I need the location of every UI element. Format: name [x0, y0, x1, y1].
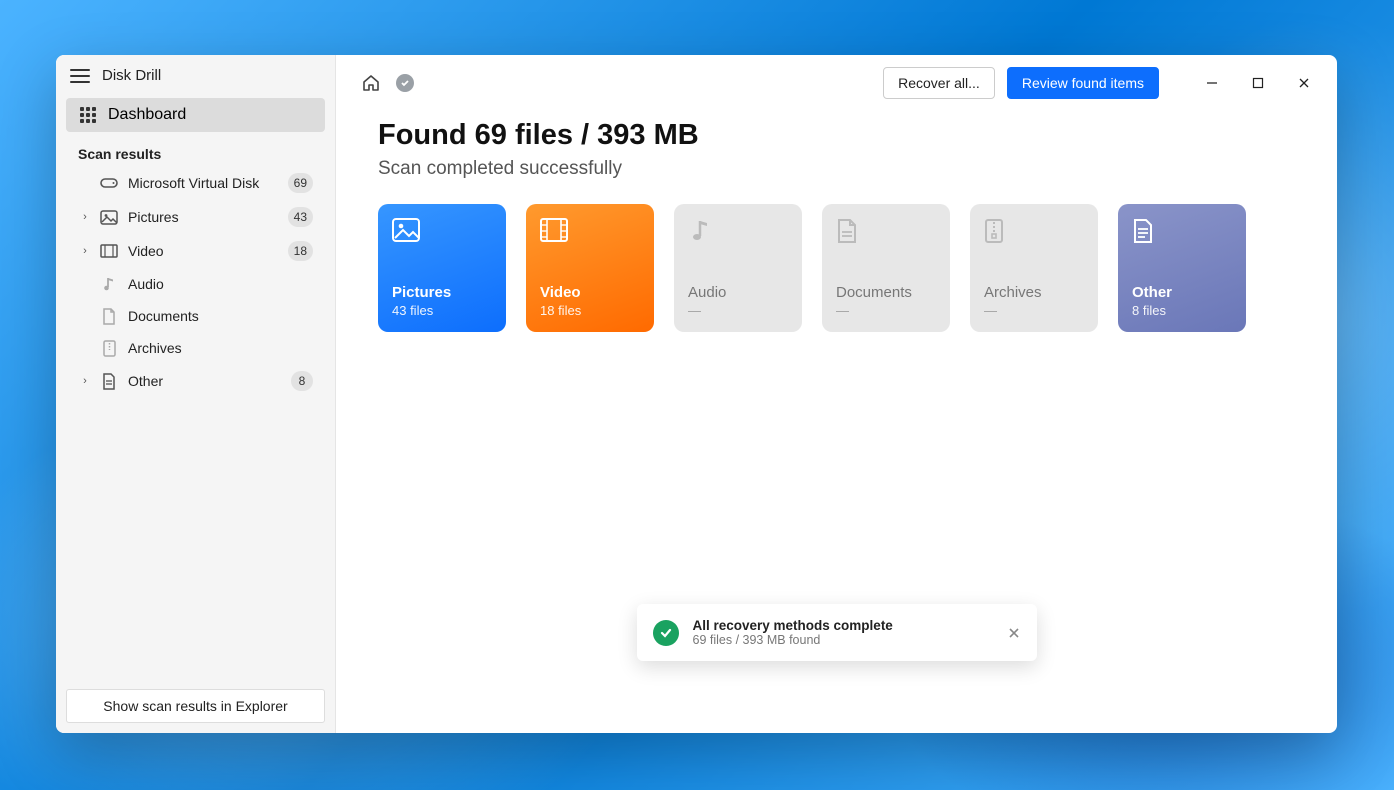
card-subtitle: 18 files: [540, 303, 640, 318]
card-other[interactable]: Other 8 files: [1118, 204, 1246, 332]
dashboard-label: Dashboard: [108, 106, 186, 124]
other-icon: [100, 372, 118, 390]
card-subtitle: 8 files: [1132, 303, 1232, 318]
maximize-button[interactable]: [1235, 67, 1281, 99]
card-pictures[interactable]: Pictures 43 files: [378, 204, 506, 332]
app-title: Disk Drill: [102, 67, 161, 84]
category-cards: Pictures 43 files Video 18 files Audio —: [378, 204, 1297, 332]
card-video[interactable]: Video 18 files: [526, 204, 654, 332]
check-status-icon[interactable]: [396, 74, 414, 92]
window-controls: [1189, 67, 1327, 99]
main-content: Found 69 files / 393 MB Scan completed s…: [336, 109, 1337, 332]
check-circle-icon: [653, 620, 679, 646]
chevron-right-icon[interactable]: ›: [80, 245, 90, 257]
card-archives: Archives —: [970, 204, 1098, 332]
main-pane: Recover all... Review found items Found …: [336, 55, 1337, 733]
completion-toast: All recovery methods complete 69 files /…: [637, 604, 1037, 661]
card-title: Video: [540, 284, 640, 301]
home-icon[interactable]: [360, 72, 382, 94]
sidebar-nav: Dashboard Scan results › Microsoft Virtu…: [56, 98, 335, 398]
card-subtitle: —: [688, 303, 788, 318]
topbar-left: [360, 72, 414, 94]
picture-icon: [392, 218, 420, 246]
tree-item-video[interactable]: › Video 18: [66, 234, 325, 268]
toast-title: All recovery methods complete: [693, 618, 993, 633]
card-subtitle: 43 files: [392, 303, 492, 318]
card-documents: Documents —: [822, 204, 950, 332]
card-title: Archives: [984, 284, 1084, 301]
card-title: Other: [1132, 284, 1232, 301]
tree-item-label: Audio: [128, 276, 313, 292]
audio-icon: [100, 275, 118, 293]
card-title: Documents: [836, 284, 936, 301]
count-badge: 43: [288, 207, 313, 227]
toast-body: All recovery methods complete 69 files /…: [693, 618, 993, 647]
count-badge: 18: [288, 241, 313, 261]
sidebar-section-label: Scan results: [66, 138, 325, 166]
tree-item-other[interactable]: › Other 8: [66, 364, 325, 398]
tree-item-label: Pictures: [128, 209, 278, 225]
scan-results-tree: › Microsoft Virtual Disk 69 › Pictures 4…: [66, 166, 325, 398]
chevron-right-icon[interactable]: ›: [80, 211, 90, 223]
tree-item-audio[interactable]: › Audio: [66, 268, 325, 300]
count-badge: 69: [288, 173, 313, 193]
toast-subtitle: 69 files / 393 MB found: [693, 633, 993, 647]
tree-item-label: Archives: [128, 340, 313, 356]
tree-item-archives[interactable]: › Archives: [66, 332, 325, 364]
recover-all-button[interactable]: Recover all...: [883, 67, 995, 99]
card-title: Pictures: [392, 284, 492, 301]
sidebar-header: Disk Drill: [56, 55, 335, 98]
hamburger-icon[interactable]: [70, 69, 90, 83]
results-title: Found 69 files / 393 MB: [378, 119, 1297, 152]
archive-icon: [100, 339, 118, 357]
archive-icon: [984, 218, 1012, 246]
document-icon: [100, 307, 118, 325]
tree-item-disk[interactable]: › Microsoft Virtual Disk 69: [66, 166, 325, 200]
dashboard-grid-icon: [80, 107, 96, 123]
tree-item-label: Video: [128, 243, 278, 259]
document-icon: [836, 218, 864, 246]
sidebar-item-dashboard[interactable]: Dashboard: [66, 98, 325, 132]
tree-item-label: Documents: [128, 308, 313, 324]
app-window: Disk Drill Dashboard Scan results › Micr…: [56, 55, 1337, 733]
count-badge: 8: [291, 371, 313, 391]
show-in-explorer-button[interactable]: Show scan results in Explorer: [66, 689, 325, 723]
tree-item-pictures[interactable]: › Pictures 43: [66, 200, 325, 234]
other-icon: [1132, 218, 1160, 246]
card-subtitle: —: [836, 303, 936, 318]
tree-item-label: Microsoft Virtual Disk: [128, 175, 278, 191]
picture-icon: [100, 208, 118, 226]
minimize-button[interactable]: [1189, 67, 1235, 99]
close-button[interactable]: [1281, 67, 1327, 99]
card-subtitle: —: [984, 303, 1084, 318]
video-icon: [540, 218, 568, 246]
audio-icon: [688, 218, 716, 246]
card-audio: Audio —: [674, 204, 802, 332]
tree-item-label: Other: [128, 373, 281, 389]
topbar: Recover all... Review found items: [336, 55, 1337, 109]
sidebar-footer: Show scan results in Explorer: [56, 679, 335, 733]
card-title: Audio: [688, 284, 788, 301]
tree-item-documents[interactable]: › Documents: [66, 300, 325, 332]
review-found-items-button[interactable]: Review found items: [1007, 67, 1159, 99]
close-icon[interactable]: [1007, 626, 1021, 640]
chevron-right-icon[interactable]: ›: [80, 375, 90, 387]
results-subtitle: Scan completed successfully: [378, 158, 1297, 180]
sidebar: Disk Drill Dashboard Scan results › Micr…: [56, 55, 336, 733]
disk-icon: [100, 174, 118, 192]
video-icon: [100, 242, 118, 260]
